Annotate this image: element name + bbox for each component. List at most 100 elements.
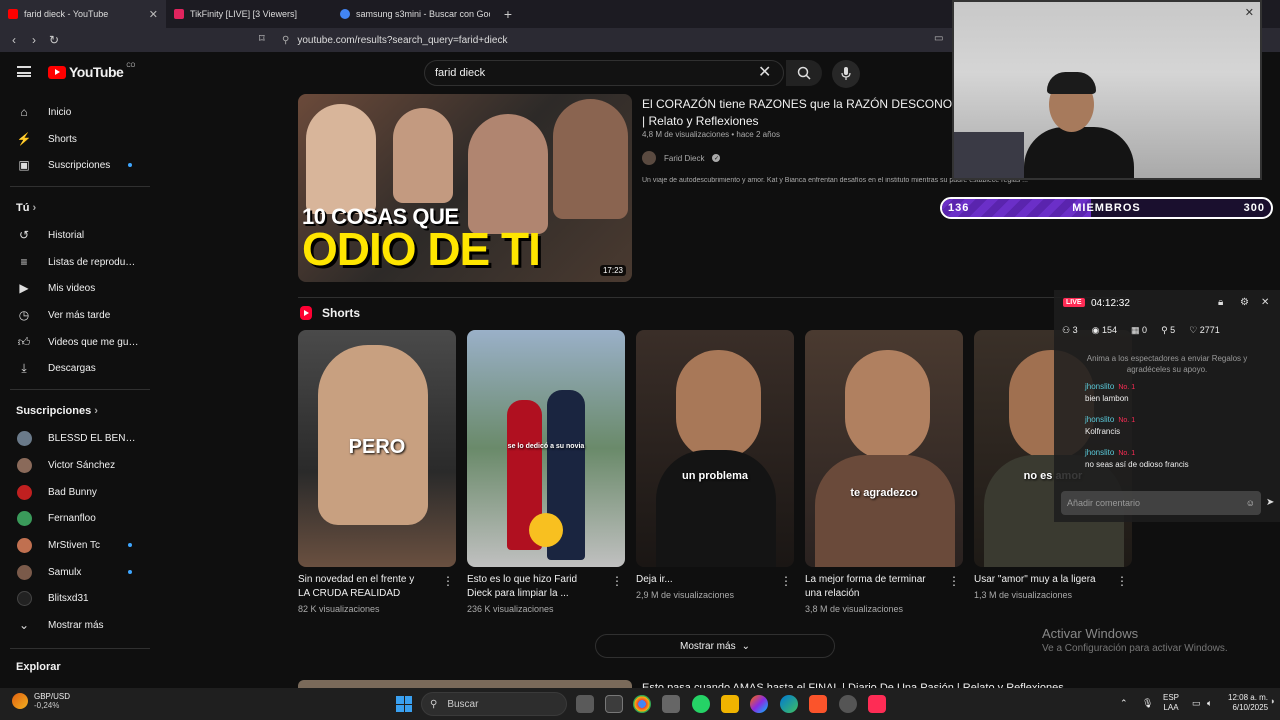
ticker-widget[interactable]: GBP/USD -0,24% [12,692,70,710]
you-heading[interactable]: Tú › [16,202,36,214]
address-bar[interactable]: ⚲ youtube.com/results?search_query=farid… [282,32,507,49]
site-info-icon[interactable]: ⚲ [282,35,289,46]
reload-icon[interactable]: ↻ [44,33,64,47]
file-explorer-icon[interactable] [721,695,739,713]
back-icon[interactable]: ‹ [4,33,24,47]
widgets-icon[interactable] [605,695,623,713]
emoji-icon[interactable]: ☺ [1246,498,1255,508]
new-content-dot [128,543,132,547]
chat-user[interactable]: jhonslito [1085,448,1114,457]
sidebar-item-playlists[interactable]: ≡ Listas de reproducc... [0,249,154,275]
sidebar-item-watch-later[interactable]: ◷ Ver más tarde [0,302,154,328]
search-button[interactable] [786,60,822,86]
short-title[interactable]: Usar "amor" muy a la ligera [974,573,1104,587]
more-options-icon[interactable]: ⋮ [948,574,960,588]
more-options-icon[interactable]: ⋮ [442,574,454,588]
close-icon[interactable]: ✕ [1245,6,1254,19]
video-thumbnail[interactable]: 10 COSAS QUE ODIO DE TI 17:23 [298,94,632,282]
clear-search-icon[interactable]: ✕ [758,62,771,82]
sidebar-show-more[interactable]: ⌄ Mostrar más [0,612,154,638]
new-tab-icon[interactable]: + [498,6,518,22]
short-title[interactable]: Sin novedad en el frente y LA CRUDA REAL… [298,573,428,601]
chevron-right-icon: › [94,405,98,417]
menu-icon[interactable] [17,66,31,77]
more-options-icon[interactable]: ⋮ [780,574,792,588]
sidebar-sub-blessd[interactable]: BLESSD EL BENDIT... [0,425,154,451]
sidebar-item-shorts[interactable]: ⚡ Shorts [0,126,154,152]
app-icon[interactable] [662,695,680,713]
video-channel[interactable]: Farid Dieck ✓ [642,151,721,165]
sidebar-sub-samulx[interactable]: Samulx [0,559,154,585]
comment-input[interactable]: Añadir comentario ☺ [1061,491,1261,515]
voice-search-button[interactable] [832,60,860,88]
brave-icon[interactable] [809,695,827,713]
country-code: CO [126,63,136,69]
short-thumbnail[interactable]: se lo dedicó a su novia [467,330,625,567]
video-title[interactable]: El CORAZÓN tiene RAZONES que la RAZÓN DE… [642,96,972,130]
short-title[interactable]: La mejor forma de terminar una relación [805,573,935,601]
shorts-show-more-button[interactable]: Mostrar más ⌄ [595,634,835,658]
send-icon[interactable]: ➤ [1266,497,1274,508]
youtube-favicon-icon [8,9,18,19]
volume-icon[interactable]: 🔈︎ [1207,698,1212,708]
bookmark-icon[interactable]: ⌑ [259,32,265,45]
sidebar-item-downloads[interactable]: ⤓ Descargas [0,355,154,381]
close-tab-icon[interactable]: ✕ [149,8,158,21]
thumb-figure [468,114,548,234]
sidebar-item-inicio[interactable]: ⌂ Inicio [0,99,154,125]
tab-youtube[interactable]: farid dieck - YouTube ✕ [0,0,166,28]
short-thumbnail[interactable]: PERO [298,330,456,567]
taskbar-search[interactable]: ⚲ Buscar [421,692,567,716]
subscriptions-heading[interactable]: Suscripciones › [16,405,98,417]
copilot-icon[interactable] [750,695,768,713]
short-caption: se lo dedicó a su novia [507,443,585,450]
close-icon[interactable]: ✕ [1261,297,1269,308]
rank-badge: No. 1 [1118,417,1136,424]
sidebar-sub-mrstiven[interactable]: MrStiven Tc [0,532,154,558]
app-icon[interactable] [839,695,857,713]
lock-icon[interactable]: 🔒︎ [1218,297,1223,308]
chat-text: bien lambon [1085,394,1129,403]
more-options-icon[interactable]: ⋮ [611,574,623,588]
search-input[interactable]: farid dieck [424,60,784,86]
sidebar-sub-blitsxd31[interactable]: Blitsxd31 [0,585,154,611]
tiktok-icon[interactable] [868,695,886,713]
chat-user[interactable]: jhonslito [1085,382,1114,391]
network-icon[interactable]: ▭ [1192,698,1201,708]
sidebar-item-suscripciones[interactable]: ▣ Suscripciones [0,152,154,178]
sidebar-sub-bad-bunny[interactable]: Bad Bunny [0,479,154,505]
chat-user[interactable]: jhonslito [1085,415,1114,424]
task-view-icon[interactable] [576,695,594,713]
short-thumbnail[interactable]: te agradezco [805,330,963,567]
sidebar-item-my-videos[interactable]: ▶ Mis videos [0,275,154,301]
windows-start-icon[interactable] [396,696,412,712]
short-title[interactable]: Esto es lo que hizo Farid Dieck para lim… [467,573,597,601]
notification-icon[interactable]: ◗ [1270,696,1275,706]
screen-icon[interactable]: ▭ [934,33,943,44]
forward-icon[interactable]: › [24,33,44,47]
short-thumbnail[interactable]: un problema [636,330,794,567]
webcam-overlay: ✕ [952,0,1262,180]
rank-badge: No. 1 [1118,384,1136,391]
person-hair [1047,72,1096,94]
clock[interactable]: 12:08 a. m. 6/10/2025 [1228,693,1268,713]
language-indicator[interactable]: ESP LAA [1163,693,1179,713]
sidebar-sub-victor-sanchez[interactable]: Victor Sánchez [0,452,154,478]
next-video-thumbnail[interactable] [298,680,632,688]
sidebar-item-liked-videos[interactable]: 👍︎ Videos que me gus... [0,329,154,355]
short-title[interactable]: Deja ir... [636,573,766,587]
sidebar-sub-fernanfloo[interactable]: Fernanfloo [0,505,154,531]
settings-icon[interactable]: ⚙︎ [1240,297,1249,308]
sidebar-item-historial[interactable]: ↺ Historial [0,222,154,248]
edge-icon[interactable] [780,695,798,713]
tab-google[interactable]: samsung s3mini - Buscar con Google [332,0,498,28]
microphone-icon[interactable]: 🎙︎ [1142,698,1153,708]
tray-expand-icon[interactable]: ⌃ [1120,698,1128,708]
whatsapp-icon[interactable] [692,695,710,713]
tab-tikfinity[interactable]: TikFinity [LIVE] [3 Viewers] [166,0,332,28]
tikfinity-favicon-icon [174,9,184,19]
more-options-icon[interactable]: ⋮ [1116,574,1128,588]
chrome-icon[interactable] [633,695,651,713]
sidebar-item-label: MrStiven Tc [48,539,101,551]
youtube-logo[interactable]: YouTube CO [48,63,136,80]
